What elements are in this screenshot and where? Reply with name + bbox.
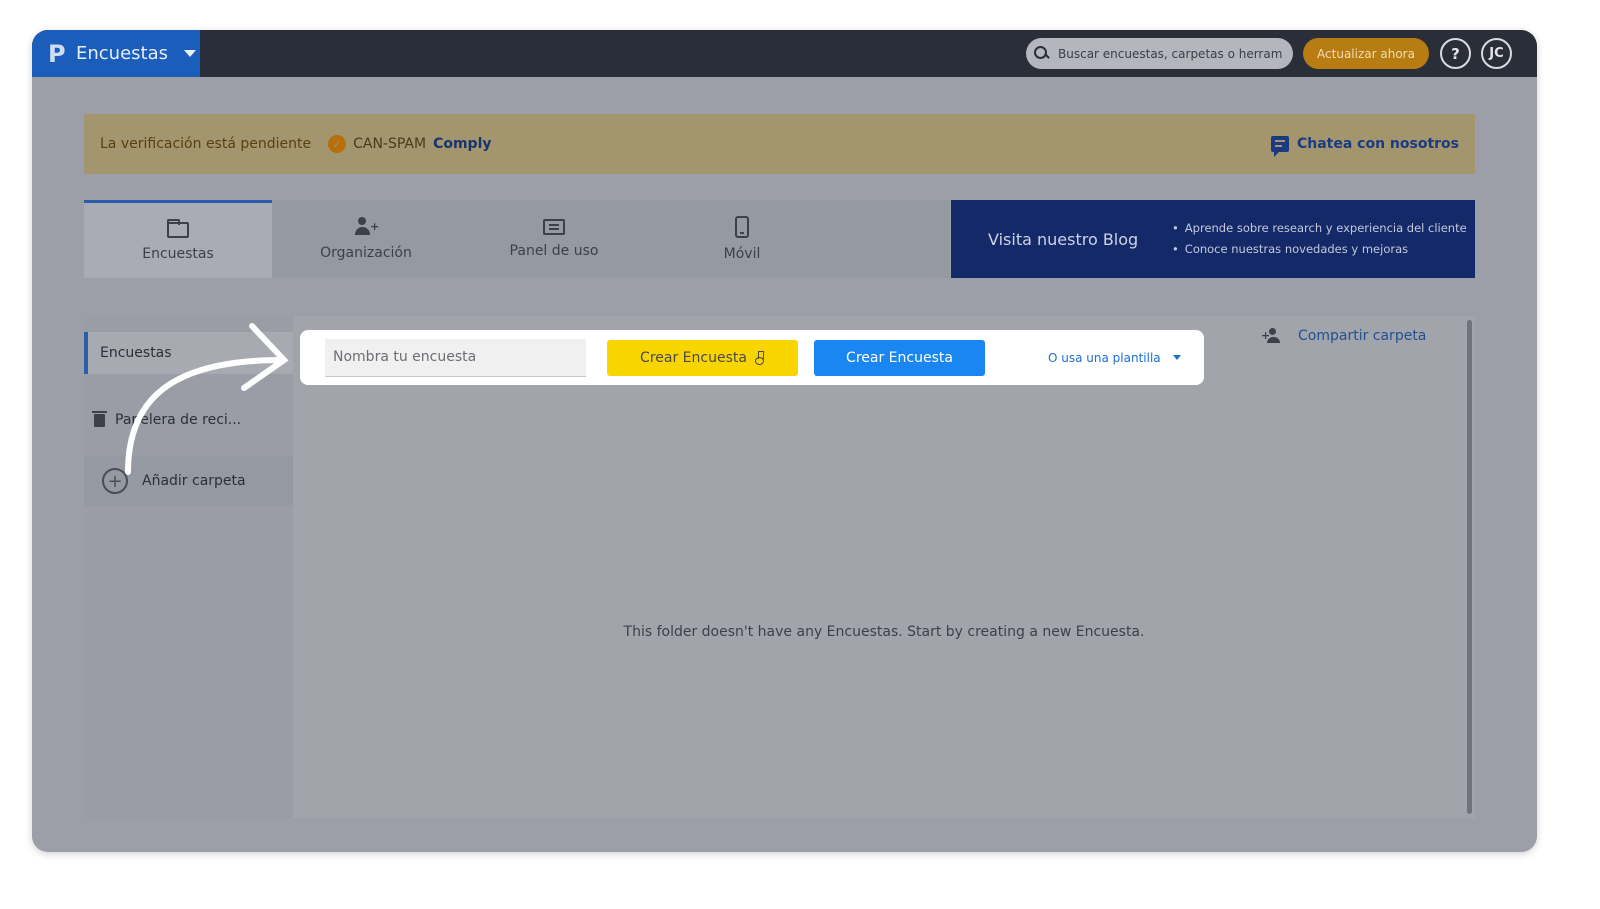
- blog-list-item: Aprende sobre research y experiencia del…: [1172, 218, 1467, 239]
- mobile-icon: [735, 216, 749, 238]
- panel-icon: [543, 219, 565, 235]
- folder-panel: Encuestas Papelera de reci... + Añadir c…: [84, 316, 1475, 818]
- blog-list-item: Conoce nuestras novedades y mejoras: [1172, 239, 1467, 260]
- tab-label: Encuestas: [142, 246, 214, 262]
- app-logo-icon: P: [48, 39, 66, 68]
- tab-label: Móvil: [723, 246, 761, 262]
- tab-panel-de-uso[interactable]: Panel de uso: [460, 200, 648, 278]
- use-template-dropdown[interactable]: O usa una plantilla: [1048, 351, 1181, 365]
- blog-promo[interactable]: Visita nuestro Blog Aprende sobre resear…: [951, 200, 1475, 278]
- verified-badge-icon: ✓: [328, 135, 347, 153]
- add-folder-label: Añadir carpeta: [142, 473, 246, 489]
- sidebar-item-trash[interactable]: Papelera de reci...: [84, 398, 293, 442]
- button-label: Crear Encuesta: [640, 349, 747, 366]
- app-name: Encuestas: [76, 43, 169, 64]
- tab-encuestas[interactable]: Encuestas: [84, 200, 272, 278]
- empty-folder-message: This folder doesn't have any Encuestas. …: [623, 624, 1145, 640]
- create-survey-button[interactable]: Crear Encuesta: [814, 339, 985, 376]
- search-bar[interactable]: [1026, 38, 1293, 69]
- scrollbar[interactable]: [1467, 320, 1472, 814]
- app-window: P Encuestas Actualizar ahora ? JC La ver…: [32, 30, 1537, 852]
- folder-sidebar: Encuestas Papelera de reci... + Añadir c…: [84, 316, 293, 818]
- upgrade-button[interactable]: Actualizar ahora: [1303, 38, 1429, 69]
- tab-label: Panel de uso: [509, 243, 599, 259]
- search-input[interactable]: [1058, 46, 1283, 61]
- add-person-icon: +: [1261, 328, 1284, 344]
- share-folder-label: Compartir carpeta: [1298, 328, 1427, 344]
- people-icon: +: [355, 217, 379, 237]
- can-spam-label: CAN-SPAM: [353, 136, 427, 152]
- main-tabs: Encuestas + Organización Panel de uso Mó…: [84, 200, 950, 278]
- help-button[interactable]: ?: [1440, 38, 1471, 69]
- survey-name-input[interactable]: [325, 338, 586, 377]
- trash-icon: [92, 410, 107, 427]
- verification-pending-text: La verificación está pendiente: [100, 136, 312, 152]
- sidebar-item-encuestas[interactable]: Encuestas: [84, 332, 293, 374]
- caret-down-icon: [1172, 355, 1181, 360]
- template-label: O usa una plantilla: [1048, 350, 1161, 365]
- flask-icon: [754, 350, 765, 365]
- share-folder-button[interactable]: + Compartir carpeta: [1261, 328, 1427, 344]
- chat-icon: [1270, 136, 1289, 157]
- sidebar-item-label: Encuestas: [100, 345, 172, 361]
- avatar[interactable]: JC: [1481, 38, 1512, 69]
- tab-organizacion[interactable]: + Organización: [272, 200, 460, 278]
- chevron-down-icon: [184, 50, 197, 57]
- tab-label: Organización: [320, 245, 412, 261]
- folder-icon: [167, 219, 189, 238]
- tab-movil[interactable]: Móvil: [648, 200, 836, 278]
- chat-link[interactable]: Chatea con nosotros: [1270, 136, 1459, 157]
- create-survey-card: Crear Encuesta Crear Encuesta O usa una …: [300, 330, 1204, 385]
- chat-label: Chatea con nosotros: [1296, 136, 1459, 152]
- sidebar-item-label: Papelera de reci...: [115, 412, 242, 428]
- add-folder-button[interactable]: + Añadir carpeta: [84, 456, 293, 506]
- blog-title: Visita nuestro Blog: [988, 229, 1139, 249]
- search-icon: [1034, 46, 1049, 61]
- verification-banner: La verificación está pendiente ✓ CAN-SPA…: [84, 114, 1475, 174]
- plus-icon: +: [102, 468, 128, 494]
- app-switcher[interactable]: P Encuestas: [32, 30, 200, 77]
- top-bar: P Encuestas Actualizar ahora ? JC: [32, 30, 1537, 77]
- comply-link[interactable]: Comply: [433, 136, 491, 152]
- create-survey-yellow-button[interactable]: Crear Encuesta: [607, 339, 798, 376]
- blog-list: Aprende sobre research y experiencia del…: [1172, 218, 1467, 260]
